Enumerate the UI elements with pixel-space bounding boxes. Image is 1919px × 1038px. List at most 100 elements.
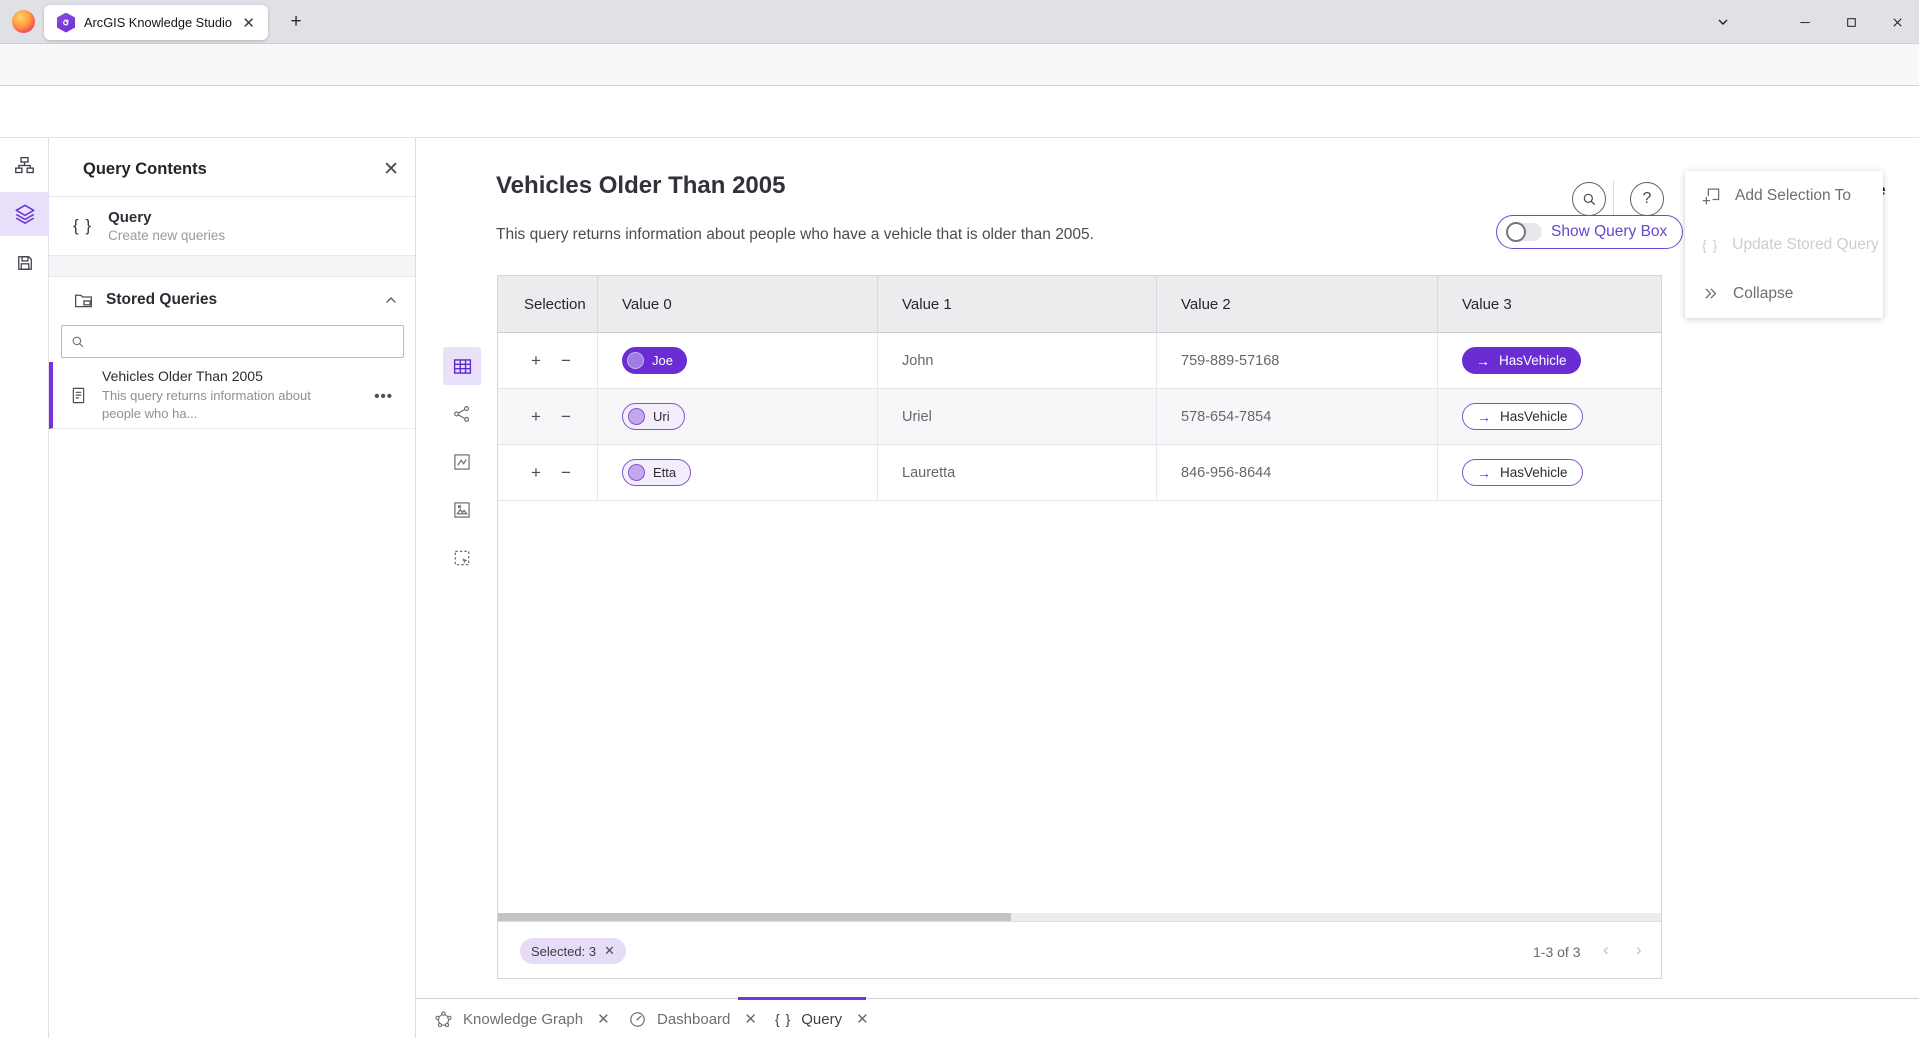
remove-selection-icon[interactable]: − (554, 407, 578, 427)
window-maximize-button[interactable] (1836, 11, 1866, 33)
column-header: Value 1 (878, 276, 1157, 332)
stored-query-item[interactable]: Vehicles Older Than 2005 This query retu… (49, 362, 415, 429)
entity-pill[interactable]: Etta (622, 459, 691, 486)
previous-page-icon[interactable]: ‹ (1603, 940, 1609, 960)
header-divider (1613, 181, 1614, 217)
entity-dot-icon (627, 352, 644, 369)
left-rail (0, 138, 49, 1038)
new-tab-button[interactable]: + (283, 9, 309, 35)
stored-queries-search[interactable] (61, 325, 404, 358)
tab-knowledge-graph[interactable]: Knowledge Graph ✕ (434, 999, 610, 1038)
app-header: Certification Project ? PL publisher2 la… (0, 86, 1919, 138)
dashboard-gauge-icon (628, 1010, 647, 1029)
data-model-icon (14, 155, 35, 176)
tabs-dropdown-icon[interactable] (1708, 11, 1738, 33)
relationship-pill[interactable]: → HasVehicle (1462, 459, 1583, 486)
stored-query-description: This query returns information about peo… (102, 387, 330, 422)
stored-queries-title: Stored Queries (106, 291, 383, 309)
entity-dot-icon (628, 408, 645, 425)
next-page-icon[interactable]: › (1636, 940, 1642, 960)
sidebar-item-data-model[interactable] (0, 143, 49, 187)
selection-tools-icon (452, 548, 472, 568)
tab-close-icon[interactable]: ✕ (744, 1010, 757, 1028)
stored-queries-header: Stored Queries (49, 277, 415, 323)
window-minimize-button[interactable] (1790, 11, 1820, 33)
query-item-sublabel: Create new queries (108, 228, 225, 243)
section-separator (49, 255, 415, 277)
browser-tab[interactable]: ArcGIS Knowledge Studio ✕ (44, 5, 268, 40)
relationship-pill[interactable]: → HasVehicle (1462, 403, 1583, 430)
tab-dashboard[interactable]: Dashboard ✕ (628, 999, 757, 1038)
add-selection-icon[interactable]: + (524, 407, 548, 427)
link-chart-icon (452, 404, 472, 424)
entity-pill[interactable]: Uri (622, 403, 685, 430)
table-row: + − Uri Uriel 578-654-7854 → HasVehicle (498, 389, 1661, 445)
sidebar-item-save[interactable] (0, 241, 49, 285)
arrow-right-icon: → (1477, 465, 1491, 481)
entity-label: Uri (653, 409, 670, 424)
tab-close-icon[interactable]: ✕ (856, 1010, 869, 1028)
workspace-tab-bar: Knowledge Graph ✕ Dashboard ✕ { } Query … (416, 998, 1919, 1038)
browser-tab-title: ArcGIS Knowledge Studio (84, 15, 239, 30)
cell-value: Uriel (902, 409, 932, 425)
remove-selection-icon[interactable]: − (554, 463, 578, 483)
help-button[interactable]: ? (1630, 182, 1664, 216)
query-item-label: Query (108, 209, 225, 226)
window-close-button[interactable] (1882, 11, 1912, 33)
pagination-range: 1-3 of 3 (1533, 944, 1580, 960)
horizontal-scrollbar[interactable] (498, 913, 1661, 921)
panel-close-icon[interactable]: ✕ (383, 158, 399, 181)
show-query-box-toggle[interactable]: Show Query Box (1496, 215, 1683, 249)
add-selection-icon[interactable]: + (524, 463, 548, 483)
selected-count-chip[interactable]: Selected: 3 ✕ (520, 938, 626, 964)
braces-icon: { } (1702, 237, 1718, 253)
scrollbar-thumb[interactable] (498, 913, 1011, 921)
table-row: + − Etta Lauretta 846-956-8644 → HasVehi… (498, 445, 1661, 501)
tab-label: Query (801, 1011, 842, 1028)
link-chart-view-button[interactable] (443, 395, 481, 433)
entity-label: Joe (652, 353, 673, 368)
search-input[interactable] (93, 334, 395, 349)
map-view-button[interactable] (443, 443, 481, 481)
cell-value: 759-889-57168 (1181, 353, 1279, 369)
stored-query-title: Vehicles Older Than 2005 (102, 368, 330, 384)
table-view-icon (452, 356, 473, 377)
search-button[interactable] (1572, 182, 1606, 216)
remove-selection-icon[interactable]: − (554, 351, 578, 371)
tab-query[interactable]: { } Query ✕ (775, 999, 869, 1038)
entity-pill[interactable]: Joe (622, 347, 687, 374)
overflow-menu-icon[interactable]: ••• (374, 388, 393, 405)
folder-icon (73, 290, 94, 311)
braces-icon: { } (73, 216, 92, 236)
save-icon (15, 253, 35, 273)
column-header: Value 0 (598, 276, 878, 332)
knowledge-graph-icon (434, 1010, 453, 1029)
browser-tab-strip: ArcGIS Knowledge Studio ✕ + (0, 0, 1919, 44)
relationship-pill[interactable]: → HasVehicle (1462, 347, 1581, 374)
layers-icon (14, 203, 36, 225)
sidebar-item-contents[interactable] (0, 192, 49, 236)
view-toolbar (443, 347, 481, 587)
menu-item-add-selection-to[interactable]: Add Selection To (1685, 171, 1883, 220)
query-item[interactable]: { } Query Create new queries (49, 197, 415, 255)
screen: ArcGIS Knowledge Studio ✕ + (0, 0, 1919, 1038)
tab-close-icon[interactable]: ✕ (239, 14, 258, 32)
firefox-icon[interactable] (12, 10, 35, 33)
clear-selection-icon[interactable]: ✕ (604, 943, 615, 959)
stored-query-doc-icon (69, 386, 88, 405)
add-to-map-button[interactable] (443, 491, 481, 529)
toggle-track (1506, 223, 1542, 241)
chevron-up-icon[interactable] (383, 292, 399, 308)
menu-item-collapse[interactable]: Collapse (1685, 269, 1883, 318)
cell-value: 578-654-7854 (1181, 409, 1271, 425)
cell-value: 846-956-8644 (1181, 465, 1271, 481)
relationship-label: HasVehicle (1500, 409, 1568, 424)
query-contents-panel: Query Contents ✕ { } Query Create new qu… (49, 138, 416, 1038)
page-description: This query returns information about peo… (496, 226, 1094, 244)
relationship-label: HasVehicle (1499, 353, 1567, 368)
selection-tools-button[interactable] (443, 539, 481, 577)
add-selection-icon[interactable]: + (524, 351, 548, 371)
query-results-table: Selection Value 0 Value 1 Value 2 Value … (497, 275, 1662, 979)
tab-close-icon[interactable]: ✕ (597, 1010, 610, 1028)
table-view-button[interactable] (443, 347, 481, 385)
